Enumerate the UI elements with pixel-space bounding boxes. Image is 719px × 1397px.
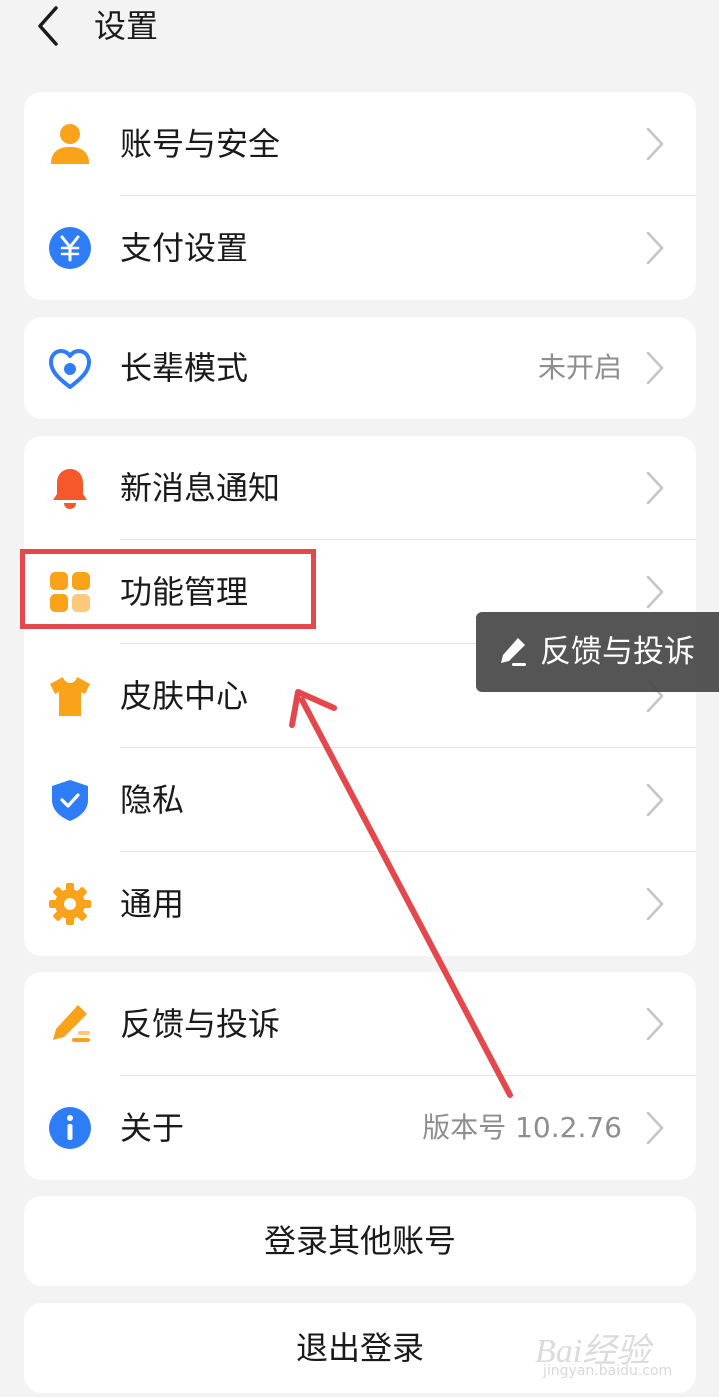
settings-item-label: 支付设置 bbox=[120, 229, 249, 267]
highlight-annotation-box bbox=[20, 549, 316, 629]
yuan-icon bbox=[49, 227, 91, 269]
settings-item-label: 账号与安全 bbox=[120, 125, 281, 163]
pencil-icon bbox=[53, 1005, 90, 1042]
settings-item-label: 新消息通知 bbox=[120, 469, 281, 507]
settings-item-label: 关于 bbox=[120, 1109, 185, 1147]
floating-feedback-button[interactable]: 反馈与投诉 bbox=[476, 612, 719, 692]
chevron-left-icon bbox=[38, 6, 58, 46]
settings-item-about[interactable]: 关于 版本号 10.2.76 bbox=[24, 1076, 696, 1180]
floating-feedback-label: 反馈与投诉 bbox=[540, 634, 695, 670]
back-button[interactable] bbox=[30, 4, 70, 48]
settings-item-payment[interactable]: 支付设置 bbox=[24, 196, 696, 300]
settings-item-account-security[interactable]: 账号与安全 bbox=[24, 92, 696, 196]
watermark-sub-text: jingyan.baidu.com bbox=[543, 1363, 673, 1379]
chevron-right-icon bbox=[646, 575, 664, 609]
settings-item-label: 通用 bbox=[120, 885, 185, 923]
bell-icon bbox=[53, 469, 87, 509]
tshirt-icon bbox=[50, 677, 90, 716]
chevron-right-icon bbox=[646, 1007, 664, 1041]
settings-item-elder-mode[interactable]: 长辈模式 未开启 bbox=[24, 317, 696, 419]
shield-icon bbox=[52, 780, 88, 821]
settings-item-label: 长辈模式 bbox=[120, 349, 249, 387]
elder-mode-card: 长辈模式 未开启 bbox=[24, 317, 696, 419]
version-number: 版本号 10.2.76 bbox=[422, 1111, 622, 1144]
settings-item-label: 皮肤中心 bbox=[120, 677, 249, 715]
chevron-right-icon bbox=[646, 783, 664, 817]
watermark-logo: Bai经验 jingyan.baidu.com bbox=[535, 1311, 685, 1391]
settings-item-notifications[interactable]: 新消息通知 bbox=[24, 436, 696, 540]
chevron-right-icon bbox=[646, 887, 664, 921]
settings-item-feedback[interactable]: 反馈与投诉 bbox=[24, 972, 696, 1076]
settings-item-label: 隐私 bbox=[120, 781, 185, 819]
chevron-right-icon bbox=[646, 351, 664, 385]
elder-mode-status: 未开启 bbox=[537, 351, 622, 384]
settings-item-privacy[interactable]: 隐私 bbox=[24, 748, 696, 852]
header-bar: 设置 bbox=[0, 0, 719, 60]
heart-icon bbox=[49, 349, 91, 389]
gear-icon bbox=[49, 883, 91, 925]
settings-item-label: 反馈与投诉 bbox=[120, 1005, 281, 1043]
chevron-right-icon bbox=[646, 471, 664, 505]
preferences-group-card: 新消息通知 功能管理 皮肤中心 隐私 通用 bbox=[24, 436, 696, 956]
chevron-right-icon bbox=[646, 127, 664, 161]
user-icon bbox=[51, 124, 89, 164]
info-icon bbox=[49, 1107, 91, 1149]
page-title: 设置 bbox=[94, 7, 159, 45]
account-group-card: 账号与安全 支付设置 bbox=[24, 92, 696, 300]
chevron-right-icon bbox=[646, 1111, 664, 1145]
pencil-icon bbox=[501, 638, 526, 666]
switch-account-button[interactable]: 登录其他账号 bbox=[24, 1196, 696, 1286]
support-group-card: 反馈与投诉 关于 版本号 10.2.76 bbox=[24, 972, 696, 1180]
chevron-right-icon bbox=[646, 231, 664, 265]
settings-item-general[interactable]: 通用 bbox=[24, 852, 696, 956]
